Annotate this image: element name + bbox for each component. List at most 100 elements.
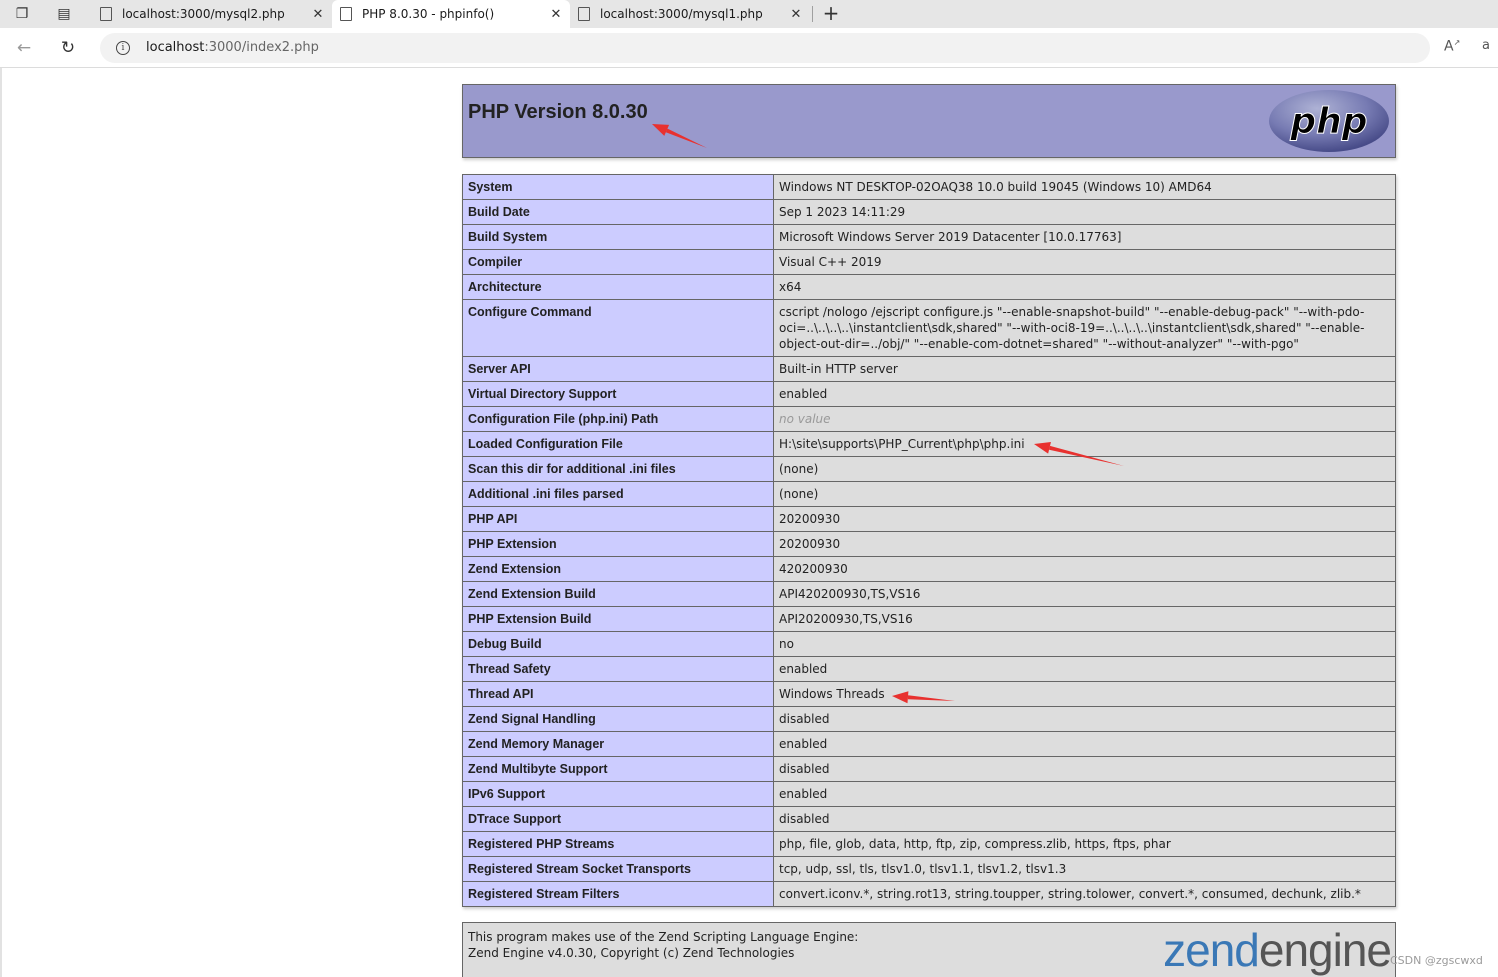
info-value: API20200930,TS,VS16 [773,606,1396,632]
tab-label: localhost:3000/mysql2.php [122,7,285,21]
reload-icon[interactable]: ↻ [56,36,80,60]
info-key: System [462,174,774,200]
tab-actions-icon[interactable]: ▤ [50,2,78,26]
zend-engine-logo[interactable]: zendengine [1163,924,1392,977]
tab-mysql2[interactable]: localhost:3000/mysql2.php ✕ [92,0,332,28]
info-value: disabled [773,806,1396,832]
back-icon[interactable]: ← [12,36,36,60]
table-row: PHP API 20200930 [462,506,1396,532]
info-key: Configuration File (php.ini) Path [462,406,774,432]
info-key: Loaded Configuration File [462,431,774,457]
php-logo-text: php [1289,101,1367,142]
info-key: PHP Extension [462,531,774,557]
tab-strip: ❐ ▤ localhost:3000/mysql2.php ✕ PHP 8.0.… [0,0,1498,28]
table-row: Architecture x64 [462,274,1396,300]
read-aloud-glyph: A [1444,38,1454,55]
info-key: Configure Command [462,299,774,357]
read-aloud-icon[interactable]: A↗ [1444,38,1460,55]
table-row: Configure Command cscript /nologo /ejscri… [462,299,1396,357]
table-row: Compiler Visual C++ 2019 [462,249,1396,275]
table-row: Loaded Configuration File H:\site\support… [462,431,1396,457]
info-key: Zend Extension Build [462,581,774,607]
info-key: Compiler [462,249,774,275]
info-key: Build Date [462,199,774,225]
info-key: PHP Extension Build [462,606,774,632]
info-key: Zend Extension [462,556,774,582]
table-row: Registered Stream Filters convert.iconv.*… [462,881,1396,907]
info-key: Thread Safety [462,656,774,682]
php-logo[interactable]: php [1268,89,1390,153]
table-row: Zend Memory Manager enabled [462,731,1396,757]
url-path: :3000/index2.php [204,40,319,55]
info-value: (none) [773,481,1396,507]
info-key: Scan this dir for additional .ini files [462,456,774,482]
table-row: IPv6 Support enabled [462,781,1396,807]
table-row: Zend Multibyte Support disabled [462,756,1396,782]
translate-glyph: a [1482,38,1490,53]
info-value: Visual C++ 2019 [773,249,1396,275]
zend-logo-word: zend [1163,924,1260,976]
table-row: Scan this dir for additional .ini files(… [462,456,1396,482]
close-icon[interactable]: ✕ [310,7,326,22]
info-key: Thread API [462,681,774,707]
info-key: Debug Build [462,631,774,657]
table-row: Debug Build no [462,631,1396,657]
info-value: enabled [773,731,1396,757]
info-value: disabled [773,706,1396,732]
info-key: Build System [462,224,774,250]
site-info-icon[interactable]: i [116,41,130,55]
info-value: enabled [773,656,1396,682]
watermark: CSDN @zgscwxd [1390,954,1483,967]
info-key: Server API [462,356,774,382]
info-value: API420200930,TS,VS16 [773,581,1396,607]
info-key: Architecture [462,274,774,300]
info-key: PHP API [462,506,774,532]
workspaces-icon[interactable]: ❐ [8,2,36,26]
url-field[interactable]: i localhost:3000/index2.php [100,33,1430,63]
info-value: cscript /nologo /ejscript configure.js "… [773,299,1396,357]
page-icon [578,7,590,21]
info-value: 20200930 [773,506,1396,532]
info-value: no [773,631,1396,657]
tab-mysql1[interactable]: localhost:3000/mysql1.php ✕ [570,0,810,28]
info-value: Windows NT DESKTOP-02OAQ38 10.0 build 19… [773,174,1396,200]
tab-phpinfo[interactable]: PHP 8.0.30 - phpinfo() ✕ [332,0,570,28]
page-icon [340,7,352,21]
info-key: Additional .ini files parsed [462,481,774,507]
info-value: Sep 1 2023 14:11:29 [773,199,1396,225]
table-row: Build System Microsoft Windows Server 201… [462,224,1396,250]
info-value: 420200930 [773,556,1396,582]
info-key: Zend Memory Manager [462,731,774,757]
info-value: enabled [773,781,1396,807]
info-value: php, file, glob, data, http, ftp, zip, c… [773,831,1396,857]
table-row: Registered Stream Socket Transports tcp, … [462,856,1396,882]
table-row: Thread Safety enabled [462,656,1396,682]
page-title: PHP Version 8.0.30 [468,101,648,123]
new-tab-button[interactable]: + [818,2,844,26]
table-row: PHP Extension Build API20200930,TS,VS16 [462,606,1396,632]
close-icon[interactable]: ✕ [788,7,804,22]
info-value: disabled [773,756,1396,782]
close-icon[interactable]: ✕ [548,7,564,22]
phpinfo-page: PHP Version 8.0.30 php System Windows NT … [462,84,1396,977]
zend-footer: This program makes use of the Zend Scrip… [462,922,1396,977]
info-key: Registered Stream Filters [462,881,774,907]
table-row: DTrace Support disabled [462,806,1396,832]
page-icon [100,7,112,21]
table-row: Zend Extension Build API420200930,TS,VS16 [462,581,1396,607]
info-value: x64 [773,274,1396,300]
table-row: Zend Signal Handling disabled [462,706,1396,732]
translate-icon[interactable]: a [1482,38,1490,53]
url-host: localhost [146,40,205,55]
info-value: convert.iconv.*, string.rot13, string.to… [773,881,1396,907]
info-value: (none) [773,456,1396,482]
table-row: Virtual Directory Support enabled [462,381,1396,407]
info-key: Virtual Directory Support [462,381,774,407]
info-table: System Windows NT DESKTOP-02OAQ38 10.0 bu… [462,174,1396,907]
info-value: enabled [773,381,1396,407]
table-row: System Windows NT DESKTOP-02OAQ38 10.0 bu… [462,174,1396,200]
php-header: PHP Version 8.0.30 php [462,84,1396,158]
table-row: Server API Built-in HTTP server [462,356,1396,382]
info-value: H:\site\supports\PHP_Current\php\php.ini [773,431,1396,457]
info-value: Built-in HTTP server [773,356,1396,382]
